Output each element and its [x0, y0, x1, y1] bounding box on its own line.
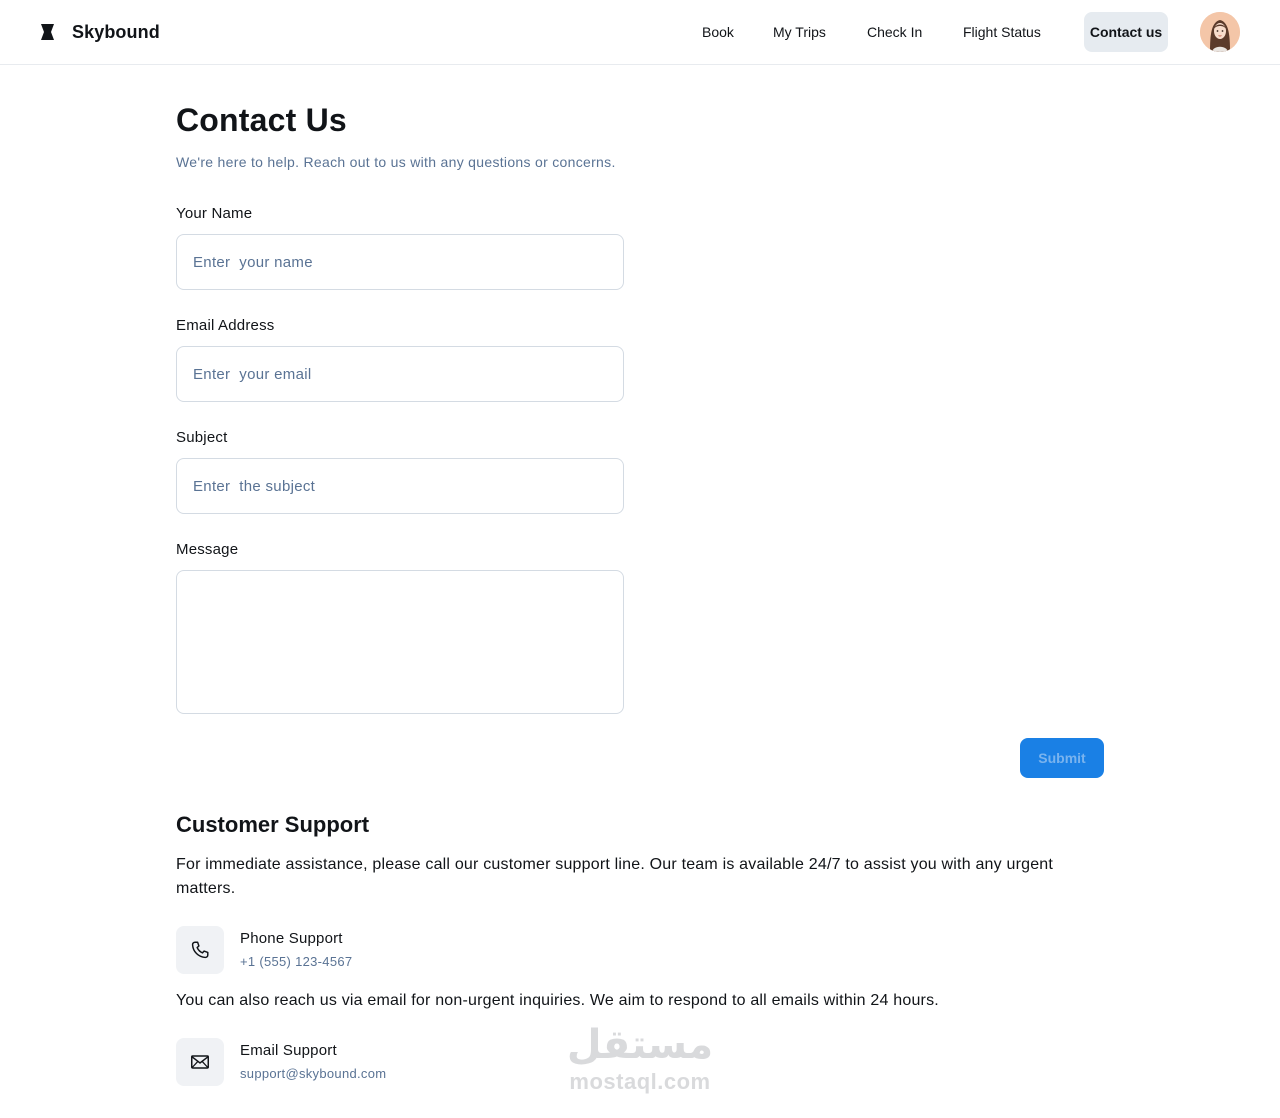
logo-icon — [41, 24, 54, 40]
subject-input[interactable] — [176, 458, 624, 514]
nav-contact-us[interactable]: Contact us — [1084, 12, 1168, 52]
email-support-address[interactable]: support@skybound.com — [240, 1066, 386, 1081]
avatar-image — [1200, 12, 1240, 52]
nav-book[interactable]: Book — [702, 12, 734, 52]
nav-check-in[interactable]: Check In — [867, 12, 922, 52]
brand[interactable]: Skybound — [40, 20, 160, 44]
message-label: Message — [176, 541, 239, 558]
subject-label: Subject — [176, 429, 228, 446]
phone-icon — [191, 941, 209, 959]
mail-icon — [191, 1055, 209, 1069]
nav-my-trips[interactable]: My Trips — [773, 12, 826, 52]
message-textarea[interactable] — [176, 570, 624, 714]
page-title: Contact Us — [176, 102, 347, 138]
phone-support-title: Phone Support — [240, 930, 343, 947]
name-input[interactable] — [176, 234, 624, 290]
phone-icon-box — [176, 926, 224, 974]
nav-flight-status[interactable]: Flight Status — [963, 12, 1041, 52]
watermark: مستقل mostaql.com — [560, 1020, 720, 1098]
email-support-intro: You can also reach us via email for non-… — [176, 992, 939, 1009]
watermark-arabic: مستقل — [566, 1022, 714, 1068]
email-support-title: Email Support — [240, 1042, 337, 1059]
phone-support-number[interactable]: +1 (555) 123-4567 — [240, 954, 352, 969]
customer-support-title: Customer Support — [176, 812, 370, 837]
brand-name: Skybound — [72, 21, 160, 42]
email-input[interactable] — [176, 346, 624, 402]
top-nav-bar: Skybound Book My Trips Check In Flight S… — [0, 0, 1280, 65]
phone-support-intro: For immediate assistance, please call ou… — [176, 856, 1054, 897]
phone-support-row[interactable]: Phone Support +1 (555) 123-4567 — [176, 926, 676, 974]
watermark-latin: mostaql.com — [569, 1069, 711, 1094]
page-subtitle: We're here to help. Reach out to us with… — [176, 154, 616, 170]
avatar[interactable] — [1200, 12, 1240, 52]
mail-icon-box — [176, 1038, 224, 1086]
submit-button[interactable]: Submit — [1020, 738, 1104, 778]
name-label: Your Name — [176, 205, 253, 222]
email-label: Email Address — [176, 317, 275, 334]
